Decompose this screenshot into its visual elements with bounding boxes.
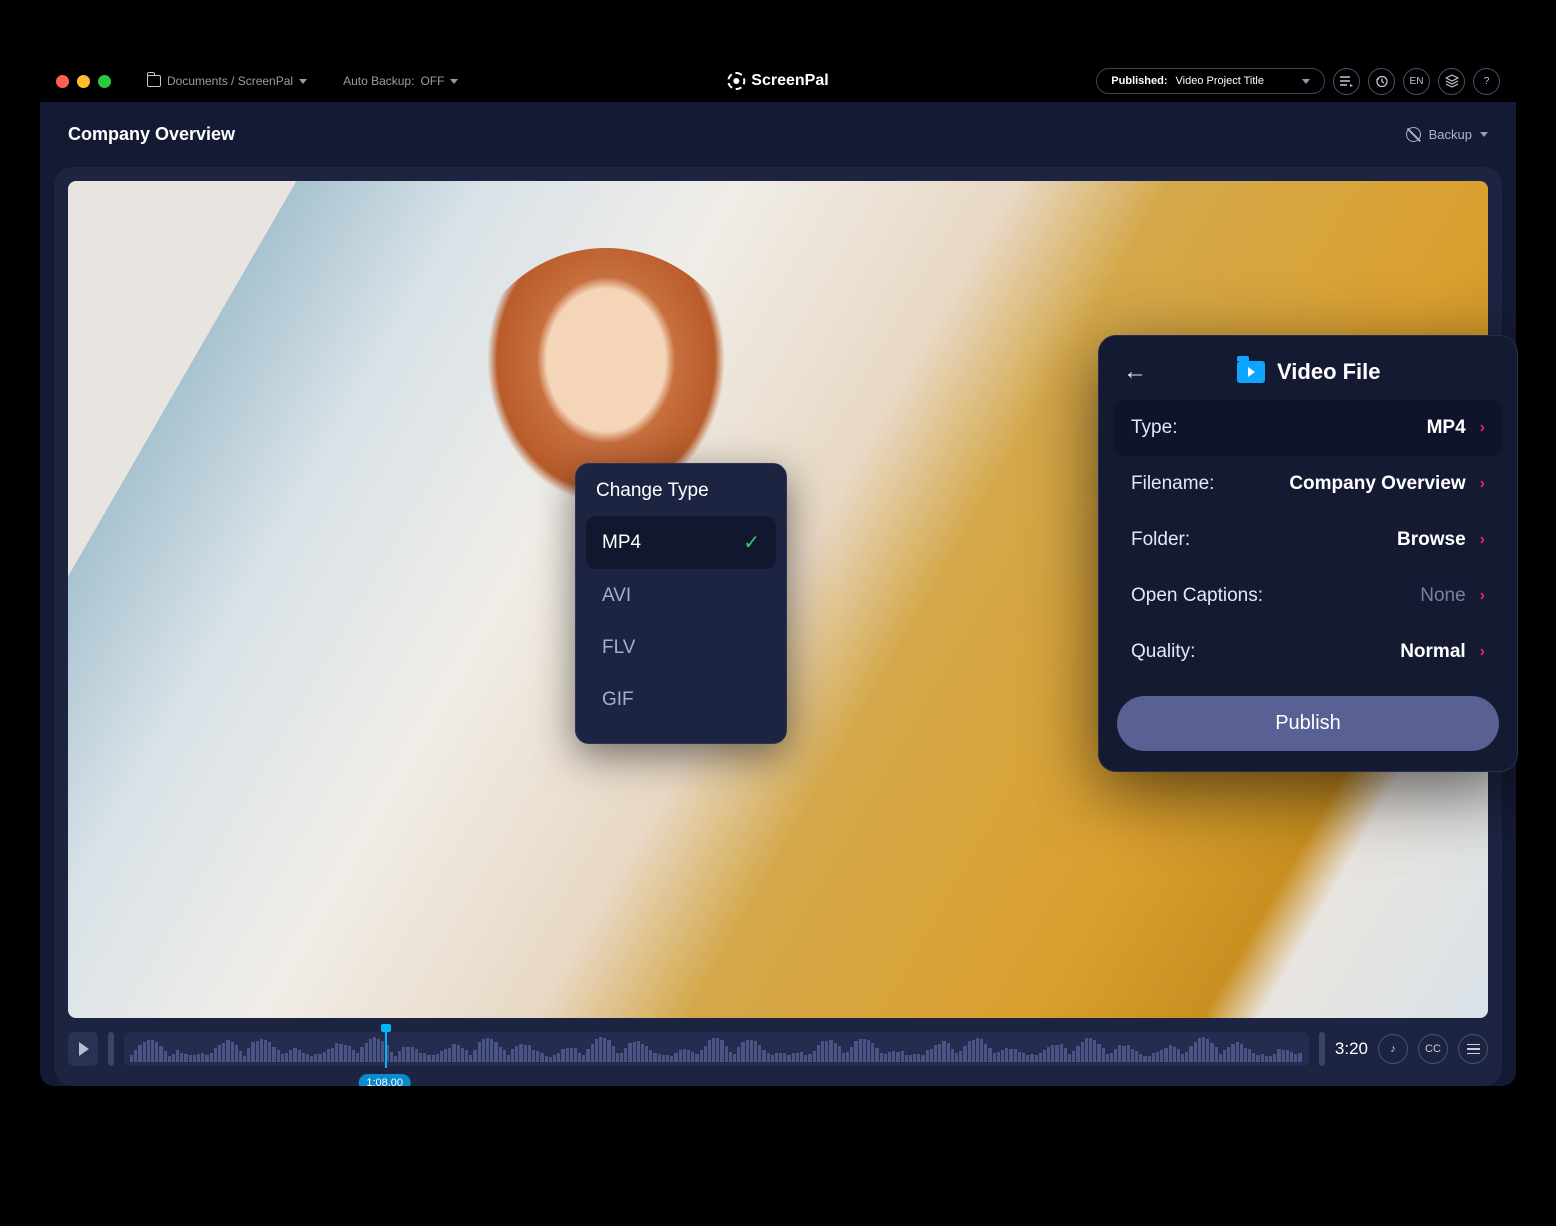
caret-down-icon — [450, 79, 458, 84]
chevron-right-icon: › — [1480, 643, 1485, 661]
titlebar: Documents / ScreenPal Auto Backup: OFF S… — [40, 60, 1516, 102]
music-icon: ♪ — [1390, 1043, 1396, 1055]
layers-icon-button[interactable] — [1438, 68, 1465, 95]
backup-label: Backup — [1429, 127, 1472, 142]
video-file-panel: ← Video File Type: MP4 › Filename: Compa… — [1098, 335, 1518, 772]
brand-name: ScreenPal — [751, 72, 828, 90]
type-option-label: AVI — [602, 585, 631, 607]
vf-type-row[interactable]: Type: MP4 › — [1113, 400, 1503, 456]
auto-backup-label: Auto Backup: — [343, 74, 414, 88]
vf-quality-label: Quality: — [1131, 641, 1195, 663]
timeline-row: 1:08.00 3:20 ♪ CC — [68, 1032, 1488, 1066]
back-button[interactable]: ← — [1123, 358, 1147, 386]
vf-folder-row[interactable]: Folder: Browse › — [1113, 512, 1503, 568]
caret-down-icon — [299, 79, 307, 84]
play-button[interactable] — [68, 1032, 98, 1066]
history-icon-button[interactable] — [1368, 68, 1395, 95]
folder-video-icon — [1237, 361, 1265, 383]
close-window-button[interactable] — [56, 75, 69, 88]
published-value: Video Project Title — [1176, 75, 1264, 87]
playhead-time: 1:08.00 — [358, 1074, 411, 1086]
video-file-title: Video File — [1277, 359, 1381, 385]
playhead[interactable] — [385, 1030, 387, 1068]
timeline-track[interactable]: 1:08.00 — [124, 1032, 1309, 1066]
publish-button[interactable]: Publish — [1117, 696, 1499, 751]
folder-path-dropdown[interactable]: Documents / ScreenPal — [147, 74, 307, 88]
maximize-window-button[interactable] — [98, 75, 111, 88]
language-label: EN — [1410, 76, 1424, 87]
menu-button[interactable] — [1458, 1034, 1488, 1064]
vf-captions-label: Open Captions: — [1131, 585, 1263, 607]
layers-icon — [1445, 74, 1459, 88]
type-option-label: MP4 — [602, 532, 641, 554]
brand-logo-group: ScreenPal — [727, 72, 828, 90]
vf-filename-row[interactable]: Filename: Company Overview › — [1113, 456, 1503, 512]
vf-filename-label: Filename: — [1131, 473, 1214, 495]
video-file-title-group: Video File — [1237, 359, 1381, 385]
playlist-icon — [1340, 76, 1353, 87]
project-title: Company Overview — [68, 124, 235, 145]
vf-type-value: MP4 — [1427, 417, 1466, 439]
subheader: Company Overview Backup — [40, 102, 1516, 167]
vf-quality-value: Normal — [1400, 641, 1465, 663]
video-file-header: ← Video File — [1113, 354, 1503, 400]
caret-down-icon — [1480, 132, 1488, 137]
vf-quality-row[interactable]: Quality: Normal › — [1113, 624, 1503, 680]
timeline-handle-right[interactable] — [1319, 1032, 1325, 1066]
check-icon: ✓ — [743, 530, 760, 555]
change-type-popup: Change Type MP4 ✓ AVI FLV GIF — [575, 463, 787, 744]
vf-folder-value: Browse — [1397, 529, 1466, 551]
waveform — [124, 1032, 1309, 1066]
minimize-window-button[interactable] — [77, 75, 90, 88]
chevron-right-icon: › — [1480, 419, 1485, 437]
vf-type-label: Type: — [1131, 417, 1177, 439]
type-option-flv[interactable]: FLV — [586, 623, 776, 673]
type-option-label: GIF — [602, 689, 634, 711]
titlebar-right: Published: Video Project Title EN — [1096, 68, 1500, 95]
captions-icon: CC — [1425, 1043, 1441, 1055]
captions-button[interactable]: CC — [1418, 1034, 1448, 1064]
vf-captions-value: None — [1420, 585, 1465, 607]
vf-folder-label: Folder: — [1131, 529, 1190, 551]
history-icon — [1375, 75, 1388, 88]
brand-logo-icon — [727, 72, 745, 90]
type-option-mp4[interactable]: MP4 ✓ — [586, 516, 776, 569]
chevron-right-icon: › — [1480, 587, 1485, 605]
chevron-right-icon: › — [1480, 475, 1485, 493]
folder-icon — [147, 75, 161, 87]
caret-down-icon — [1302, 79, 1310, 84]
type-option-gif[interactable]: GIF — [586, 675, 776, 725]
vf-filename-value: Company Overview — [1289, 473, 1465, 495]
published-label: Published: — [1111, 75, 1167, 87]
duration: 3:20 — [1335, 1039, 1368, 1059]
published-dropdown[interactable]: Published: Video Project Title — [1096, 68, 1325, 94]
help-button[interactable]: ? — [1473, 68, 1500, 95]
folder-path-text: Documents / ScreenPal — [167, 74, 293, 88]
auto-backup-dropdown[interactable]: Auto Backup: OFF — [343, 74, 458, 88]
type-option-avi[interactable]: AVI — [586, 571, 776, 621]
hamburger-icon — [1467, 1044, 1480, 1055]
timeline-handle-left[interactable] — [108, 1032, 114, 1066]
type-option-label: FLV — [602, 637, 635, 659]
vf-captions-row[interactable]: Open Captions: None › — [1113, 568, 1503, 624]
language-button[interactable]: EN — [1403, 68, 1430, 95]
play-icon — [79, 1042, 89, 1056]
list-icon-button[interactable] — [1333, 68, 1360, 95]
traffic-lights — [56, 75, 111, 88]
chevron-right-icon: › — [1480, 531, 1485, 549]
publish-button-label: Publish — [1275, 712, 1341, 734]
no-sync-icon — [1406, 127, 1421, 142]
music-button[interactable]: ♪ — [1378, 1034, 1408, 1064]
help-icon: ? — [1484, 76, 1490, 87]
change-type-title: Change Type — [586, 480, 776, 514]
auto-backup-value: OFF — [420, 74, 444, 88]
backup-dropdown[interactable]: Backup — [1406, 127, 1488, 142]
